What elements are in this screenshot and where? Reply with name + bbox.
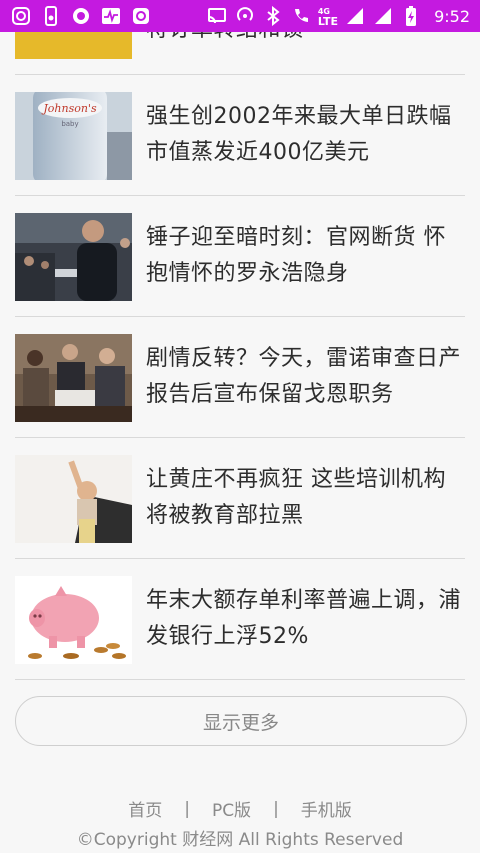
- footer-separator: |: [184, 798, 190, 819]
- svg-text:baby: baby: [61, 120, 78, 128]
- news-item[interactable]: Johnson's baby 强生创2002年来最大单日跌幅 市值蒸发近400亿…: [15, 75, 465, 196]
- instagram-icon: [130, 5, 152, 27]
- bluetooth-icon: [262, 5, 284, 27]
- news-item[interactable]: 锤子迎至暗时刻：官网断货 怀抱情怀的罗永浩隐身: [15, 196, 465, 317]
- news-title: 强生创2002年来最大单日跌幅 市值蒸发近400亿美元: [146, 104, 452, 165]
- child-superhero-image: [15, 455, 132, 543]
- footer-links: 首页 | PC版 | 手机版: [0, 796, 480, 822]
- battery-charging-icon: [400, 5, 422, 27]
- pulse-icon: [100, 5, 122, 27]
- status-bar: 4G LTE 9:52: [0, 0, 480, 32]
- hotspot-icon: [234, 5, 256, 27]
- clock-time: 9:52: [434, 6, 470, 26]
- footer-link-pc[interactable]: PC版: [212, 796, 251, 821]
- news-title: 剧情反转？今天，雷诺审查日产报告后宣布保留戈恩职务: [146, 346, 462, 407]
- copyright-text: ©Copyright 财经网 All Rights Reserved: [76, 830, 404, 850]
- presenter-on-stage-image: [15, 213, 132, 301]
- signal-icon: [344, 5, 366, 27]
- news-item[interactable]: 剧情反转？今天，雷诺审查日产报告后宣布保留戈恩职务: [15, 317, 465, 438]
- wifi-calling-icon: [290, 5, 312, 27]
- news-title: 年末大额存单利率普遍上调，浦发银行上浮52%: [146, 588, 462, 649]
- business-meeting-image: [15, 334, 132, 422]
- footer-link-mobile[interactable]: 手机版: [301, 796, 352, 821]
- news-title: 让黄庄不再疯狂 这些培训机构将被教育部拉黑: [146, 467, 446, 528]
- svg-text:Johnson's: Johnson's: [41, 102, 97, 115]
- news-title: 锤子迎至暗时刻：官网断货 怀抱情怀的罗永浩隐身: [146, 225, 446, 286]
- cast-icon: [206, 5, 228, 27]
- news-item[interactable]: 年末大额存单利率普遍上调，浦发银行上浮52%: [15, 559, 465, 680]
- instagram-icon: [10, 5, 32, 27]
- piggy-bank-coins-image: [15, 576, 132, 664]
- signal-icon: [372, 5, 394, 27]
- footer-separator: |: [273, 798, 279, 819]
- network-type: 4G LTE: [318, 6, 338, 27]
- show-more-button[interactable]: 显示更多: [15, 696, 467, 746]
- phone-settings-icon: [40, 5, 62, 27]
- johnson-baby-powder-image: Johnson's baby: [15, 92, 132, 180]
- circle-app-icon: [70, 5, 92, 27]
- news-item[interactable]: 让黄庄不再疯狂 这些培训机构将被教育部拉黑: [15, 438, 465, 559]
- network-label: LTE: [317, 14, 339, 28]
- footer-link-home[interactable]: 首页: [128, 796, 162, 821]
